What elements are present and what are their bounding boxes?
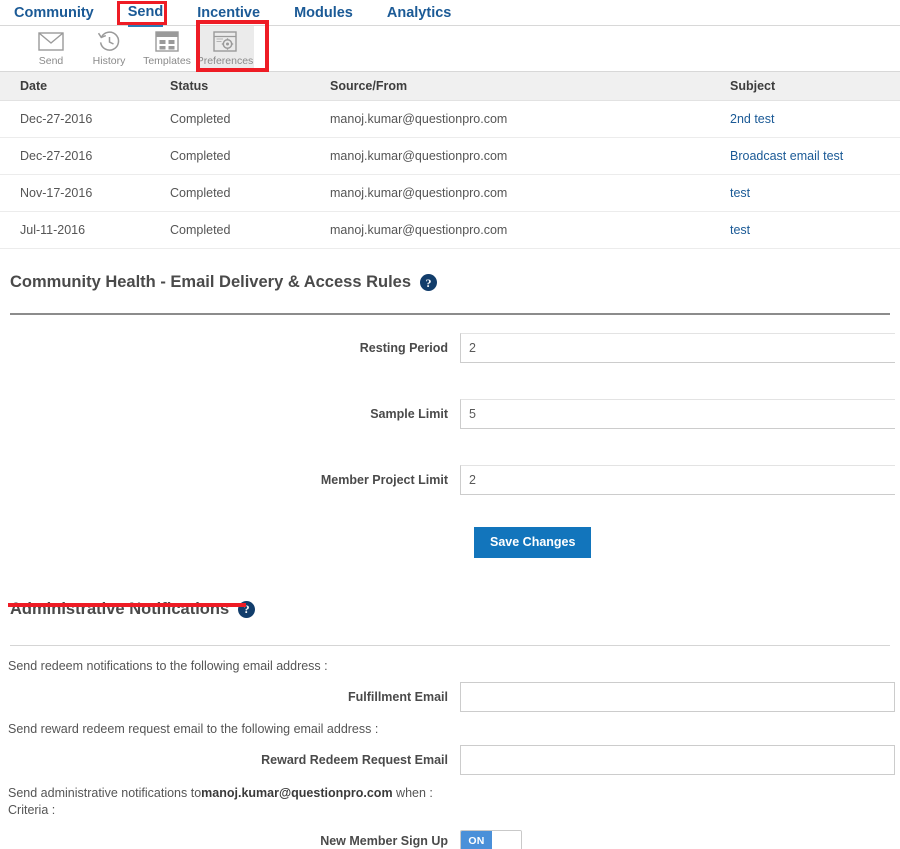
toggle-state-label: ON [461,830,492,849]
table-row: Nov-17-2016 Completed manoj.kumar@questi… [0,174,900,212]
subject-link[interactable]: Broadcast email test [730,149,843,163]
table-row: Jul-11-2016 Completed manoj.kumar@questi… [0,211,900,249]
cell-date: Dec-27-2016 [0,100,170,138]
table-row: Dec-27-2016 Completed manoj.kumar@questi… [0,137,900,175]
save-changes-button-community-health[interactable]: Save Changes [474,527,592,558]
cell-status: Completed [170,174,330,212]
email-history-table: Date Status Source/From Subject Dec-27-2… [0,72,900,249]
toggle-new-member-sign-up[interactable]: ON [460,829,522,849]
column-header-source[interactable]: Source/From [330,72,730,101]
label-new-member-sign-up: New Member Sign Up [320,833,448,848]
subject-link[interactable]: test [730,186,750,200]
envelope-icon [22,29,80,53]
input-member-project-limit[interactable] [460,465,895,495]
field-row-new-member-sign-up: New Member Sign Up ON [0,829,900,849]
top-navigation: Community Send Incentive Modules Analyti… [0,0,900,27]
label-resting-period: Resting Period [359,341,448,355]
templates-grid-icon [138,29,196,53]
field-row-resting-period: Resting Period [0,333,900,363]
help-circle-icon[interactable]: ? [420,274,438,291]
cell-date: Nov-17-2016 [0,174,170,212]
nav-item-analytics[interactable]: Analytics [387,0,451,26]
cell-subject: test [730,174,900,212]
input-fulfillment-email[interactable] [460,681,895,712]
community-health-title: Community Health - Email Delivery & Acce… [10,273,412,291]
toolbar-button-history[interactable]: History [80,26,138,71]
cell-subject: 2nd test [730,100,900,138]
column-header-subject[interactable]: Subject [730,72,900,101]
cell-source: manoj.kumar@questionpro.com [330,211,730,249]
toolbar-button-templates[interactable]: Templates [138,26,196,71]
toolbar-button-preferences[interactable]: Preferences [196,26,254,71]
send-toolbar: Send History Templates Preferences [0,26,900,72]
toolbar-label-history: History [92,55,126,67]
clock-history-icon [80,29,138,53]
label-fulfillment-email: Fulfillment Email [347,689,448,704]
community-health-heading: Community Health - Email Delivery & Acce… [0,273,900,292]
input-reward-redeem-request-email[interactable] [460,744,895,775]
nav-item-community[interactable]: Community [14,0,94,26]
input-sample-limit[interactable] [460,399,895,429]
cell-status: Completed [170,211,330,249]
redeem-notification-note: Send redeem notifications to the followi… [8,658,328,673]
administrative-notification-note: Send administrative notifications tomano… [0,785,900,802]
toggle-knob [492,830,521,849]
reward-redeem-note: Send reward redeem request email to the … [8,721,379,736]
label-sample-limit: Sample Limit [370,407,448,421]
table-header-row: Date Status Source/From Subject [0,72,900,101]
page-root: Community Send Incentive Modules Analyti… [0,0,900,849]
preferences-gear-window-icon [196,29,254,53]
cell-subject: test [730,211,900,249]
cell-status: Completed [170,100,330,138]
column-header-status[interactable]: Status [170,72,330,101]
toolbar-button-send[interactable]: Send [22,26,80,71]
admin-note-email: manoj.kumar@questionpro.com [201,785,393,800]
annotation-underline-administrative-notifications [8,603,246,607]
cell-subject: Broadcast email test [730,137,900,175]
field-row-sample-limit: Sample Limit [0,399,900,429]
criteria-label: Criteria : [8,802,56,817]
label-member-project-limit: Member Project Limit [320,473,448,487]
cell-source: manoj.kumar@questionpro.com [330,174,730,212]
community-health-actions: Save Changes [0,527,900,558]
toolbar-label-send: Send [38,55,64,67]
label-reward-redeem-request-email: Reward Redeem Request Email [261,752,448,767]
toolbar-label-preferences: Preferences [196,55,254,67]
toolbar-label-templates: Templates [143,55,191,67]
field-row-reward-redeem-request-email: Reward Redeem Request Email [0,744,900,775]
cell-date: Jul-11-2016 [0,211,170,249]
subject-link[interactable]: test [730,223,750,237]
nav-item-send[interactable]: Send [127,0,164,27]
subject-link[interactable]: 2nd test [730,112,774,126]
cell-source: manoj.kumar@questionpro.com [330,137,730,175]
column-header-date[interactable]: Date [0,72,170,101]
nav-item-modules[interactable]: Modules [294,0,353,26]
nav-item-incentive[interactable]: Incentive [197,0,260,26]
field-row-fulfillment-email: Fulfillment Email [0,681,900,712]
admin-note-suffix: when : [392,785,433,800]
admin-note-prefix: Send administrative notifications to [8,785,202,800]
field-row-member-project-limit: Member Project Limit [0,465,900,495]
input-resting-period[interactable] [460,333,895,363]
cell-source: manoj.kumar@questionpro.com [330,100,730,138]
cell-status: Completed [170,137,330,175]
table-row: Dec-27-2016 Completed manoj.kumar@questi… [0,100,900,138]
cell-date: Dec-27-2016 [0,137,170,175]
